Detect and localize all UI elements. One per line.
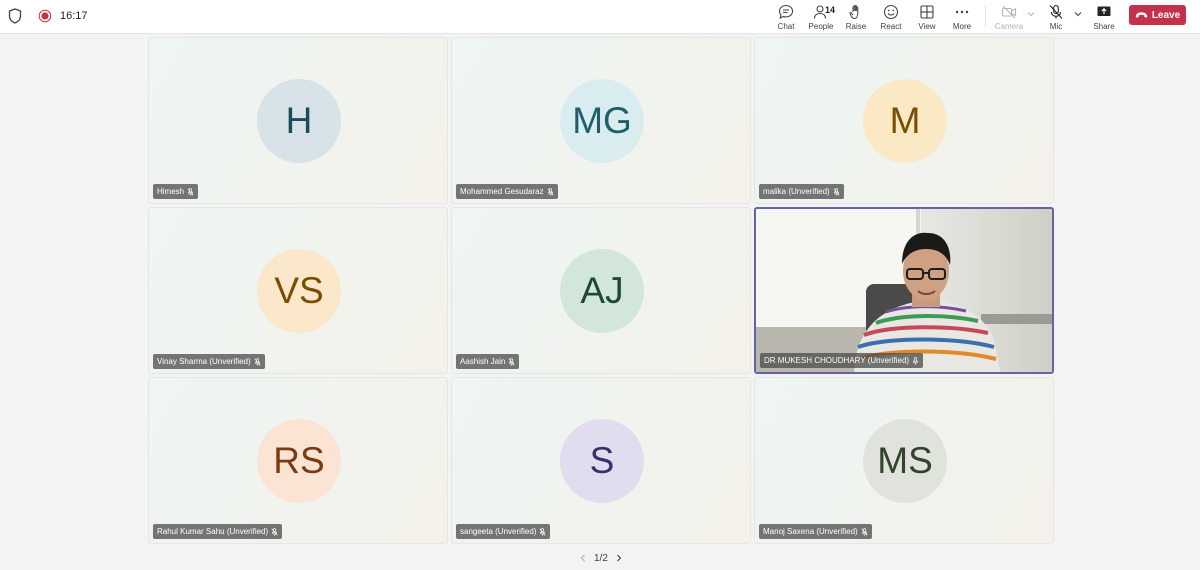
participant-tile[interactable]: H Himesh (148, 37, 448, 204)
page-indicator: 1/2 (594, 552, 608, 564)
avatar: AJ (560, 249, 644, 333)
participant-tile[interactable]: MS Manoj Saxena (Unverified) (754, 377, 1054, 544)
react-button[interactable]: React (873, 2, 909, 32)
muted-mic-icon (254, 357, 261, 366)
camera-options-chevron-icon[interactable] (1026, 9, 1036, 19)
view-label: View (918, 22, 936, 31)
avatar: VS (257, 249, 341, 333)
participant-tile[interactable]: MG Mohammed Gesudaraz (451, 37, 751, 204)
share-label: Share (1093, 22, 1115, 31)
share-screen-icon (1097, 6, 1111, 16)
participant-tile[interactable]: AJ Aashish Jain (451, 207, 751, 374)
people-button[interactable]: 14 People (803, 2, 839, 32)
participant-nametag: Aashish Jain (456, 354, 520, 369)
recording-icon (38, 9, 52, 23)
avatar: M (863, 79, 947, 163)
participant-nametag: Himesh (153, 184, 199, 199)
meeting-toolbar: 16:17 Chat 14 People Raise React View Mo… (0, 0, 1200, 34)
participant-nametag: sangeeta (Unverified) (456, 524, 551, 539)
mic-off-icon (1049, 4, 1063, 19)
participant-name: sangeeta (Unverified) (460, 527, 537, 536)
hang-up-icon (1135, 12, 1148, 18)
avatar: S (560, 419, 644, 503)
participant-name: Rahul Kumar Sahu (Unverified) (157, 527, 269, 536)
chat-label: Chat (777, 22, 795, 31)
muted-mic-icon (547, 187, 554, 196)
participant-nametag: DR MUKESH CHOUDHARY (Unverified) (760, 353, 924, 368)
mic-label: Mic (1049, 22, 1063, 31)
participant-nametag: Vinay Sharma (Unverified) (153, 354, 265, 369)
raise-hand-button[interactable]: Raise (838, 2, 874, 32)
video-feed-image (756, 209, 1052, 372)
participant-nametag: malika (Unverified) (759, 184, 844, 199)
chat-button[interactable]: Chat (768, 2, 804, 32)
participant-name: DR MUKESH CHOUDHARY (Unverified) (764, 356, 910, 365)
people-label: People (808, 22, 834, 31)
muted-mic-icon (833, 187, 840, 196)
participant-nametag: Mohammed Gesudaraz (456, 184, 558, 199)
participant-tile[interactable]: S sangeeta (Unverified) (451, 377, 751, 544)
participant-nametag: Manoj Saxena (Unverified) (759, 524, 872, 539)
muted-mic-icon (508, 357, 515, 366)
participant-name: Vinay Sharma (Unverified) (157, 357, 251, 366)
muted-mic-icon (861, 527, 868, 536)
chat-icon (778, 4, 794, 19)
meeting-timer: 16:17 (60, 10, 88, 22)
participant-name: malika (Unverified) (763, 187, 830, 196)
muted-mic-icon (540, 527, 546, 536)
avatar: MS (863, 419, 947, 503)
react-label: React (880, 22, 902, 31)
mic-options-chevron-icon[interactable] (1073, 9, 1083, 19)
participant-nametag: Rahul Kumar Sahu (Unverified) (153, 524, 283, 539)
leave-label: Leave (1151, 9, 1181, 21)
next-page-icon[interactable] (614, 553, 624, 563)
leave-button[interactable]: Leave (1129, 5, 1186, 25)
raise-label: Raise (845, 22, 867, 31)
camera-label: Camera (994, 22, 1024, 31)
more-button[interactable]: More (944, 2, 980, 32)
more-icon (955, 10, 969, 14)
participant-tile-active-speaker[interactable]: DR MUKESH CHOUDHARY (Unverified) (754, 207, 1054, 374)
avatar: MG (560, 79, 644, 163)
participant-name: Manoj Saxena (Unverified) (763, 527, 858, 536)
more-label: More (952, 22, 972, 31)
camera-button[interactable]: Camera (991, 2, 1027, 32)
mic-icon (912, 356, 919, 364)
gallery-pager: 1/2 (578, 551, 624, 565)
participant-tile[interactable]: M malika (Unverified) (754, 37, 1054, 204)
toolbar-divider (985, 5, 986, 27)
share-button[interactable]: Share (1086, 2, 1122, 32)
participant-tile[interactable]: VS Vinay Sharma (Unverified) (148, 207, 448, 374)
muted-mic-icon (187, 187, 194, 196)
hand-icon (849, 4, 859, 19)
shield-icon[interactable] (8, 8, 22, 24)
mic-button[interactable]: Mic (1038, 2, 1074, 32)
camera-off-icon (1001, 5, 1017, 19)
participant-count: 14 (825, 5, 836, 15)
previous-page-icon[interactable] (578, 553, 588, 563)
participant-name: Aashish Jain (460, 357, 506, 366)
participant-video (756, 209, 1052, 372)
participant-name: Mohammed Gesudaraz (460, 187, 544, 196)
participant-tile[interactable]: RS Rahul Kumar Sahu (Unverified) (148, 377, 448, 544)
grid-view-icon (920, 5, 934, 19)
participant-name: Himesh (157, 187, 185, 196)
avatar: RS (257, 419, 341, 503)
smiley-icon (883, 4, 899, 20)
muted-mic-icon (271, 527, 278, 536)
view-button[interactable]: View (909, 2, 945, 32)
avatar: H (257, 79, 341, 163)
meeting-status: 16:17 (8, 7, 88, 25)
